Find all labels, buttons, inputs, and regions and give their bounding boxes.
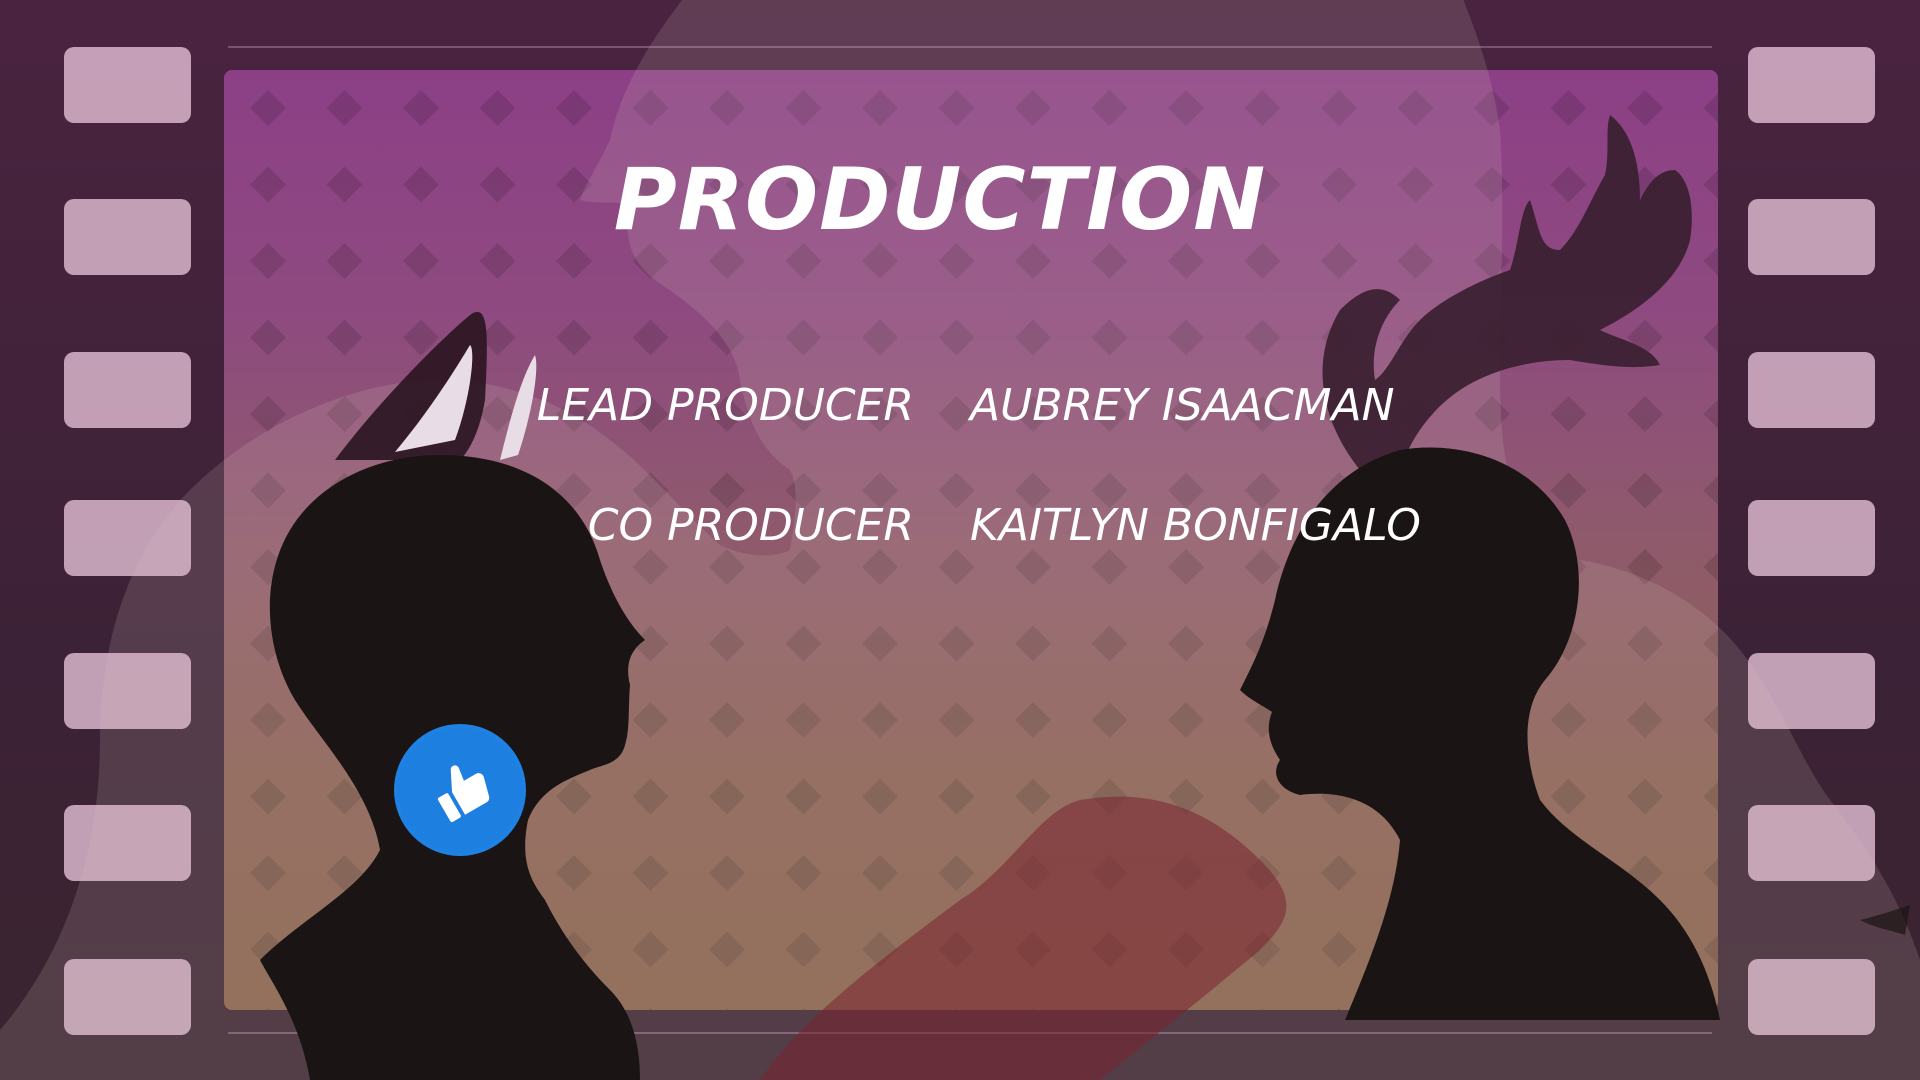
credit-name: AUBREY ISAACMAN [970,380,1395,431]
credit-row: CO PRODUCER KAITLYN BONFIGALO [0,500,1920,560]
thumbs-up-icon [437,765,490,823]
credit-role: CO PRODUCER [587,500,914,551]
section-title: PRODUCTION [613,150,1267,250]
credits-scene: PRODUCTION LEAD PRODUCER AUBREY ISAACMAN… [0,0,1920,1080]
credit-name: KAITLYN BONFIGALO [970,500,1421,551]
like-button[interactable] [398,728,522,852]
credit-role: LEAD PRODUCER [536,380,914,431]
credit-row: LEAD PRODUCER AUBREY ISAACMAN [0,380,1920,440]
